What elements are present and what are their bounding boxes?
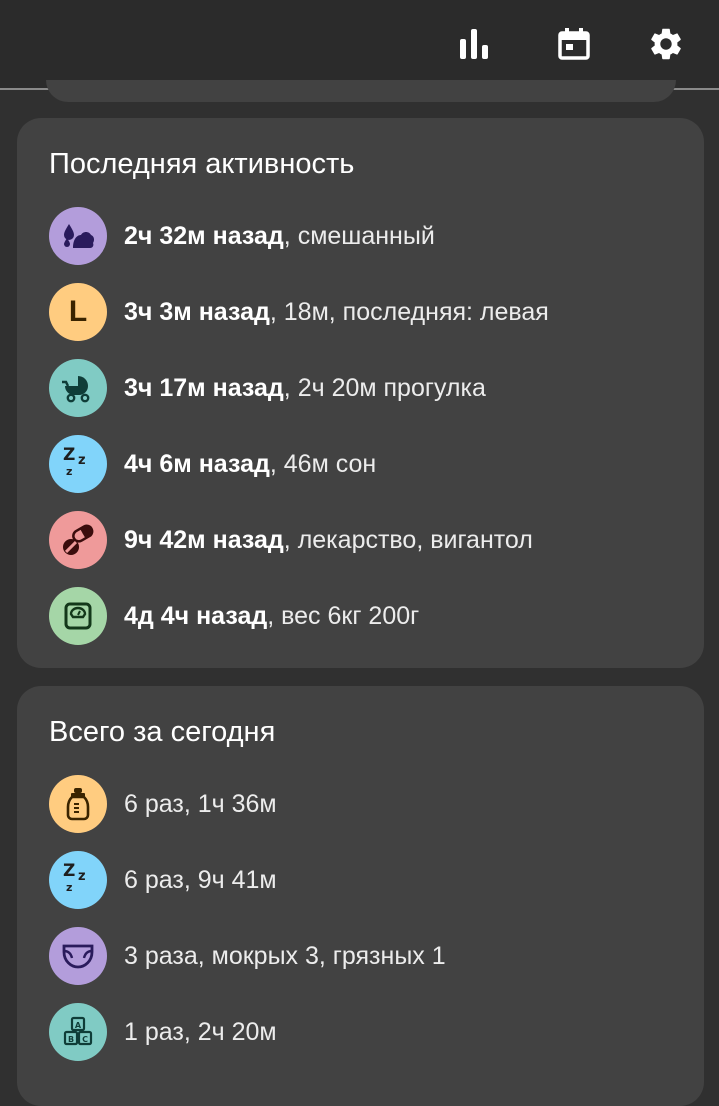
bottle-icon [49, 775, 107, 833]
pills-icon [49, 511, 107, 569]
settings-button[interactable] [644, 22, 688, 66]
activity-time: 3ч 17м назад [124, 373, 284, 402]
total-text: 6 раз, 9ч 41м [124, 865, 277, 894]
activity-time: 4ч 6м назад [124, 449, 270, 478]
activity-row-weight[interactable]: 4д 4ч назад, вес 6кг 200г [49, 587, 689, 645]
recent-activity-card: Последняя активность 2ч 32м назад, смеша… [17, 118, 704, 668]
previous-card-edge [46, 80, 676, 102]
total-row-diapers[interactable]: 3 раза, мокрых 3, грязных 1 [49, 927, 689, 985]
total-text: 1 раз, 2ч 20м [124, 1017, 277, 1046]
svg-text:B: B [68, 1035, 74, 1044]
svg-text:A: A [75, 1021, 82, 1030]
gear-icon [651, 28, 681, 60]
activity-details: , смешанный [283, 221, 435, 250]
diaper-icon [49, 927, 107, 985]
diaper-drops-icon [49, 207, 107, 265]
activity-details: , 18м, последняя: левая [269, 297, 549, 326]
activity-row-medicine[interactable]: 9ч 42м назад, лекарство, вигантол [49, 511, 689, 569]
abc-blocks-icon: A B C [49, 1003, 107, 1061]
calendar-button[interactable] [552, 22, 596, 66]
activity-details: , 2ч 20м прогулка [283, 373, 486, 402]
activity-row-breastfeeding[interactable]: L 3ч 3м назад, 18м, последняя: левая [49, 283, 689, 341]
total-text: 3 раза, мокрых 3, грязных 1 [124, 941, 446, 970]
total-row-feeding[interactable]: 6 раз, 1ч 36м [49, 775, 689, 833]
total-text: 6 раз, 1ч 36м [124, 789, 277, 818]
activity-time: 3ч 3м назад [124, 297, 270, 326]
activity-details: , 46м сон [269, 449, 377, 478]
activity-details: , вес 6кг 200г [267, 601, 420, 630]
activity-time: 9ч 42м назад [124, 525, 284, 554]
calendar-icon [558, 28, 590, 60]
sleep-zz-icon: Z z z [49, 435, 107, 493]
total-row-activity[interactable]: A B C 1 раз, 2ч 20м [49, 1003, 689, 1061]
scale-icon [49, 587, 107, 645]
activity-row-walk[interactable]: 3ч 17м назад, 2ч 20м прогулка [49, 359, 689, 417]
letter-l-icon: L [49, 283, 107, 341]
recent-activity-title: Последняя активность [49, 148, 355, 180]
activity-details: , лекарство, вигантол [283, 525, 533, 554]
activity-time: 4д 4ч назад [124, 601, 268, 630]
activity-row-diaper[interactable]: 2ч 32м назад, смешанный [49, 207, 689, 265]
statistics-button[interactable] [454, 22, 498, 66]
today-totals-card: Всего за сегодня 6 раз, 1ч 36м Z z z 6 р… [17, 686, 704, 1106]
bar-chart-icon [460, 29, 488, 59]
activity-time: 2ч 32м назад [124, 221, 284, 250]
app-bar [0, 0, 719, 90]
svg-text:C: C [82, 1035, 88, 1044]
stroller-icon [49, 359, 107, 417]
sleep-zz-icon: Z z z [49, 851, 107, 909]
total-row-sleep[interactable]: Z z z 6 раз, 9ч 41м [49, 851, 689, 909]
activity-row-sleep[interactable]: Z z z 4ч 6м назад, 46м сон [49, 435, 689, 493]
today-totals-title: Всего за сегодня [49, 716, 276, 748]
